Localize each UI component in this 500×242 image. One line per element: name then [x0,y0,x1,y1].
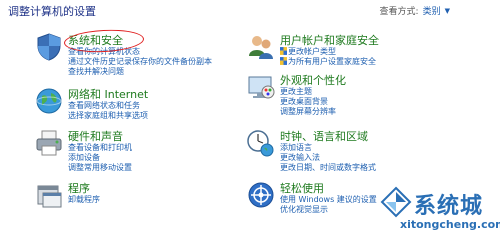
shield-icon[interactable] [34,32,64,62]
link-optimize-visual-display[interactable]: 优化视觉显示 [280,204,328,215]
link-family-safety[interactable]: 为所有用户设置家庭安全 [288,56,376,67]
link-homegroup-sharing[interactable]: 选择家庭组和共享选项 [68,110,148,121]
uac-shield-icon [280,47,287,55]
view-by-label: 查看方式: [379,7,419,17]
link-screen-resolution[interactable]: 调整屏幕分辨率 [280,106,336,117]
watermark-logo-icon [380,186,412,218]
watermark-brand: 系统城 [414,194,484,219]
printer-icon[interactable] [34,128,64,158]
link-mobility-settings[interactable]: 调整常用移动设置 [68,162,132,173]
watermark: 系统城 xitongcheng.com [372,186,500,242]
chevron-down-icon[interactable]: ▼ [445,7,450,15]
page-title: 调整计算机的设置 [8,5,96,18]
view-by: 查看方式: 类别 ▼ [379,4,450,18]
watermark-domain: xitongcheng.com [400,218,500,231]
appearance-icon[interactable] [246,72,276,102]
uac-shield-icon [280,57,287,65]
ease-of-access-icon[interactable] [246,180,276,210]
link-date-time-format[interactable]: 更改日期、时间或数字格式 [280,162,376,173]
clock-globe-icon[interactable] [246,128,276,158]
network-globe-icon[interactable] [34,86,64,116]
link-uninstall-program[interactable]: 卸载程序 [68,194,100,205]
users-icon[interactable] [246,32,276,62]
programs-icon[interactable] [34,180,64,210]
view-by-dropdown[interactable]: 类别 [423,4,441,17]
link-troubleshoot[interactable]: 查找并解决问题 [68,66,124,77]
